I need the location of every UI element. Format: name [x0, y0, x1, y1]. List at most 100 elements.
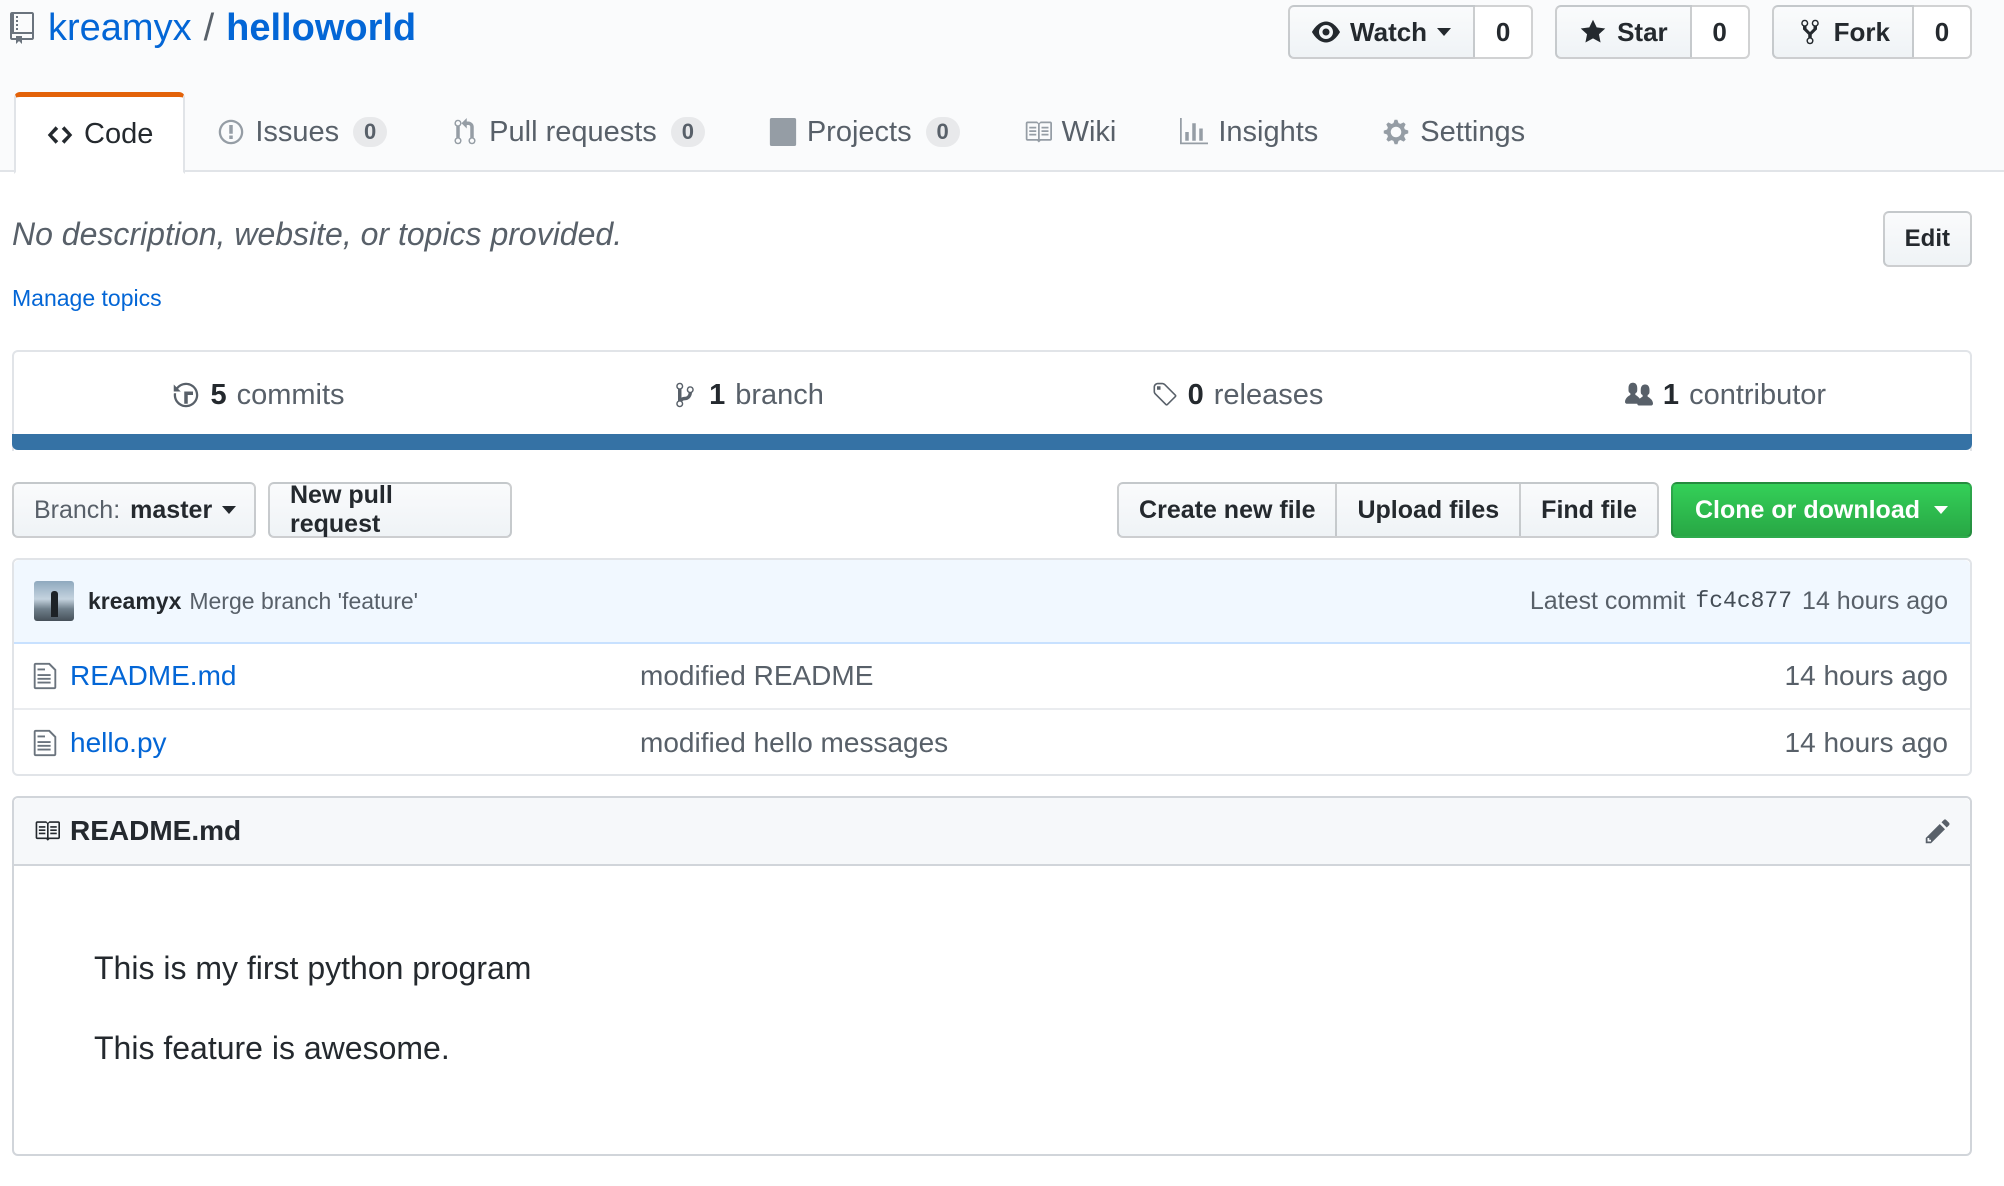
tab-insights[interactable]: Insights [1148, 92, 1350, 172]
branch-name: master [130, 495, 213, 524]
project-icon [769, 118, 796, 146]
projects-counter: 0 [925, 117, 960, 147]
repo-header: kreamyx / helloworld Watch 0 Star 0 Fork [0, 0, 2004, 174]
repo-actions: Watch 0 Star 0 Fork 0 [1288, 5, 1972, 59]
fork-group: Fork 0 [1771, 5, 1972, 59]
repo-path-separator: / [203, 6, 215, 49]
clone-label: Clone or download [1695, 495, 1920, 524]
releases-summary[interactable]: 0 releases [992, 352, 1481, 438]
tab-label: Wiki [1061, 115, 1117, 148]
commit-author-link[interactable]: kreamyx [88, 588, 181, 615]
commits-label: commits [236, 378, 345, 411]
issue-icon [219, 119, 244, 145]
contributors-summary[interactable]: 1 contributor [1481, 352, 1970, 438]
latest-commit-bar: kreamyx Merge branch 'feature' Latest co… [14, 560, 1970, 644]
releases-count: 0 [1187, 378, 1204, 411]
contributors-count: 1 [1662, 378, 1680, 411]
readme-paragraph: This feature is awesome. [94, 1030, 450, 1066]
contributors-label: contributor [1689, 378, 1827, 411]
pull-requests-counter: 0 [670, 117, 705, 147]
fork-label: Fork [1833, 16, 1890, 47]
edit-description-button[interactable]: Edit [1882, 211, 1972, 267]
commit-message-link[interactable]: Merge branch 'feature' [189, 588, 418, 615]
upload-files-button[interactable]: Upload files [1335, 482, 1522, 538]
watch-count[interactable]: 0 [1475, 5, 1534, 59]
file-icon [33, 729, 57, 757]
commits-summary[interactable]: 5 commits [14, 352, 503, 438]
branch-summary[interactable]: 1 branch [503, 352, 992, 438]
chevron-down-icon [1437, 28, 1452, 36]
tab-label: Settings [1420, 115, 1526, 148]
star-count[interactable]: 0 [1691, 5, 1750, 59]
file-name-link[interactable]: README.md [70, 660, 640, 692]
branch-count: 1 [709, 378, 726, 411]
wiki-book-icon [1025, 121, 1052, 143]
readme-content: This is my first python program This fea… [14, 866, 1970, 1068]
file-age: 14 hours ago [1784, 660, 1948, 691]
chevron-down-icon [222, 506, 237, 514]
avatar[interactable] [34, 581, 74, 621]
eye-icon [1312, 21, 1341, 43]
new-pull-request-button[interactable]: New pull request [268, 481, 512, 538]
open-book-icon [35, 821, 60, 841]
repo-icon [10, 12, 34, 44]
tab-label: Projects [806, 115, 912, 148]
tab-code[interactable]: Code [14, 92, 186, 174]
watch-label: Watch [1350, 16, 1428, 47]
graph-icon [1180, 118, 1209, 145]
star-label: Star [1617, 16, 1668, 47]
tab-label: Code [84, 118, 154, 150]
table-row: hello.py modified hello messages 14 hour… [14, 710, 1970, 776]
releases-label: releases [1213, 378, 1324, 411]
chevron-down-icon [1934, 506, 1948, 514]
manage-topics-link[interactable]: Manage topics [12, 285, 162, 312]
repo-title: kreamyx / helloworld [10, 6, 416, 50]
readme-box: README.md This is my first python progra… [12, 796, 1972, 1156]
find-file-button[interactable]: Find file [1519, 482, 1659, 538]
tab-label: Issues [255, 115, 340, 148]
pull-request-icon [454, 118, 476, 145]
tab-label: Insights [1218, 115, 1319, 148]
language-bar[interactable] [12, 434, 1972, 450]
branch-prefix: Branch: [34, 495, 121, 524]
readme-header: README.md [14, 798, 1970, 866]
file-icon [33, 662, 57, 690]
tab-settings[interactable]: Settings [1350, 92, 1557, 172]
commit-sha-link[interactable]: fc4c877 [1695, 588, 1792, 614]
create-new-file-button[interactable]: Create new file [1117, 482, 1338, 538]
branch-icon [676, 382, 694, 408]
tab-projects[interactable]: Projects 0 [737, 92, 992, 172]
gear-icon [1384, 119, 1409, 145]
branch-select-button[interactable]: Branch: master [12, 482, 256, 538]
file-navigation: Branch: master New pull request Create n… [12, 481, 1972, 538]
code-icon [47, 125, 73, 144]
repo-nav-tabs: Code Issues 0 Pull requests 0 Projects 0… [14, 92, 1557, 174]
file-name-link[interactable]: hello.py [70, 727, 640, 759]
file-commit-message[interactable]: modified hello messages [640, 727, 948, 759]
latest-commit-prefix: Latest commit [1529, 586, 1686, 615]
tab-pull-requests[interactable]: Pull requests 0 [419, 92, 737, 172]
clone-or-download-button[interactable]: Clone or download [1671, 482, 1972, 538]
repo-owner-link[interactable]: kreamyx [48, 7, 192, 50]
star-icon [1580, 19, 1606, 43]
repo-name-link[interactable]: helloworld [226, 7, 416, 50]
readme-paragraph: This is my first python program [94, 950, 532, 986]
pencil-icon[interactable] [1924, 817, 1952, 845]
fork-count[interactable]: 0 [1914, 5, 1972, 59]
star-button[interactable]: Star [1555, 5, 1692, 59]
watch-group: Watch 0 [1288, 5, 1534, 59]
commits-count: 5 [210, 378, 227, 411]
tab-wiki[interactable]: Wiki [992, 92, 1149, 172]
file-table: kreamyx Merge branch 'feature' Latest co… [12, 558, 1972, 776]
fork-icon [1800, 19, 1819, 45]
watch-button[interactable]: Watch [1288, 5, 1476, 59]
tab-label: Pull requests [489, 115, 657, 148]
people-icon [1624, 382, 1653, 406]
commit-age: 14 hours ago [1802, 586, 1948, 615]
tab-issues[interactable]: Issues 0 [185, 92, 419, 172]
readme-title: README.md [70, 815, 242, 846]
fork-button[interactable]: Fork [1771, 5, 1914, 59]
file-commit-message[interactable]: modified README [640, 660, 873, 692]
issues-counter: 0 [353, 117, 388, 147]
branch-label: branch [735, 378, 824, 411]
